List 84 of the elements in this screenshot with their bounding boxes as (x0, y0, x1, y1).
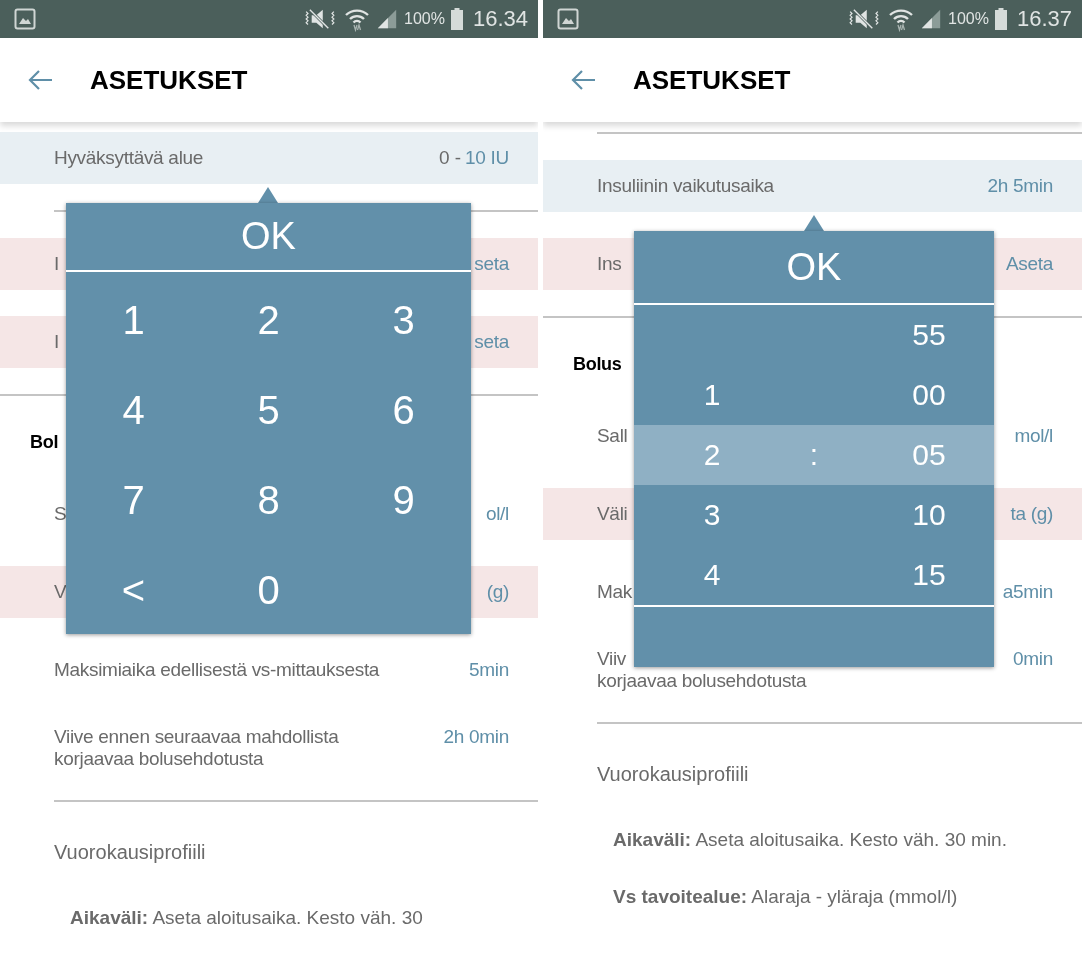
setting-row[interactable]: Viive ennen seuraavaa mahdollista 2h 0min korjaavaa bolusehdotusta (0, 722, 538, 774)
time-option-row[interactable]: 3 10 (634, 485, 994, 545)
setting-label: Viive ennen seuraavaa mahdollista (54, 726, 339, 748)
hour-value: 4 (703, 558, 721, 591)
setting-label: korjaavaa bolusehdotusta (597, 670, 808, 692)
wifi-icon (344, 6, 370, 32)
keypad-key[interactable]: < (66, 545, 201, 635)
mute-vibrate-icon (302, 7, 338, 31)
setting-label: Sall (597, 425, 628, 447)
keypad-key[interactable]: 0 (201, 545, 336, 635)
setting-value: ta (g) (1010, 503, 1053, 525)
clock-time: 16.34 (472, 6, 528, 32)
battery-percentage: 100% (404, 10, 445, 28)
wifi-icon (888, 6, 914, 32)
ok-button[interactable]: OK (634, 231, 994, 305)
setting-label: Ins (597, 253, 622, 275)
screen-title: ASETUKSET (633, 64, 791, 96)
hour-value: 3 (703, 498, 721, 531)
time-option-row[interactable]: 55 (634, 305, 994, 365)
time-option-row[interactable]: 1 00 (634, 365, 994, 425)
keypad-key[interactable]: 7 (66, 455, 201, 545)
keypad-key[interactable]: 6 (336, 365, 471, 455)
battery-icon (994, 8, 1007, 30)
minute-value: 05 (912, 438, 946, 471)
minute-value: 10 (912, 498, 946, 531)
section-header: Bolus (573, 353, 622, 375)
minute-value: 00 (912, 378, 946, 411)
signal-icon (376, 8, 398, 30)
keypad-key[interactable]: 1 (66, 275, 201, 365)
keypad-key[interactable]: 8 (201, 455, 336, 545)
profile-note: Vs tavoitealue: Alaraja - yläraja (mmol/l) (612, 885, 959, 909)
back-arrow-icon[interactable] (28, 69, 54, 91)
setting-label: Väli (597, 503, 628, 525)
time-option-row[interactable]: 2 : 05 (634, 425, 994, 485)
section-header: Bol (30, 431, 59, 453)
setting-value: Aseta (1005, 253, 1053, 275)
setting-label: Mak (597, 581, 632, 603)
section-title: Vuorokausiprofiili (597, 762, 749, 786)
mute-vibrate-icon (846, 7, 882, 31)
setting-label: Viiv (597, 648, 627, 670)
setting-value: seta (474, 253, 509, 275)
profile-note: Aikaväli: Aseta aloitusaika. Kesto väh. 30 (69, 906, 424, 930)
setting-value: 5min (469, 659, 509, 681)
keypad-key[interactable]: 5 (201, 365, 336, 455)
clock-time: 16.37 (1016, 6, 1072, 32)
setting-value: 2h 0min (443, 726, 509, 748)
keypad-key[interactable]: 2 (201, 275, 336, 365)
back-arrow-icon[interactable] (571, 69, 597, 91)
picture-icon (14, 8, 36, 30)
setting-row[interactable]: Maksimiaika edellisestä vs-mittauksesta 5min (0, 644, 538, 696)
setting-value: 10 IU (465, 147, 509, 169)
setting-value: 0min (1013, 648, 1053, 670)
setting-value: a5min (1002, 581, 1053, 603)
setting-label: Maksimiaika edellisestä vs-mittauksesta (54, 659, 380, 681)
setting-label: korjaavaa bolusehdotusta (54, 748, 265, 770)
setting-value: ol/l (485, 503, 509, 525)
time-separator: : (809, 438, 819, 471)
profile-note: Aikaväli: Aseta aloitusaika. Kesto väh. 30 min. (612, 828, 1008, 852)
minute-value: 15 (912, 558, 946, 591)
range-start: 0 - (438, 147, 462, 169)
minute-value: 55 (912, 318, 946, 351)
section-title: Vuorokausiprofiili (54, 840, 206, 864)
hour-value: 2 (703, 438, 721, 471)
setting-label: V (54, 581, 67, 603)
time-option-row[interactable]: 4 15 (634, 545, 994, 605)
keypad-key[interactable]: 9 (336, 455, 471, 545)
setting-label: I (54, 331, 59, 353)
setting-value: seta (474, 331, 509, 353)
setting-label: S (54, 503, 67, 525)
setting-label: I (54, 253, 59, 275)
setting-label: Hyväksyttävä alue (54, 147, 204, 169)
setting-value: (g) (486, 581, 509, 603)
ok-button[interactable]: OK (66, 203, 471, 272)
setting-label: Insuliinin vaikutusaika (597, 175, 774, 197)
keypad-key[interactable]: 4 (66, 365, 201, 455)
picture-icon (557, 8, 579, 30)
hour-value: 1 (703, 378, 721, 411)
setting-value: 2h 5min (987, 175, 1053, 197)
screen-title: ASETUKSET (90, 64, 248, 96)
battery-icon (450, 8, 463, 30)
keypad-key[interactable]: 3 (336, 275, 471, 365)
setting-value: mol/l (1014, 425, 1053, 447)
signal-icon (920, 8, 942, 30)
battery-percentage: 100% (948, 10, 989, 28)
